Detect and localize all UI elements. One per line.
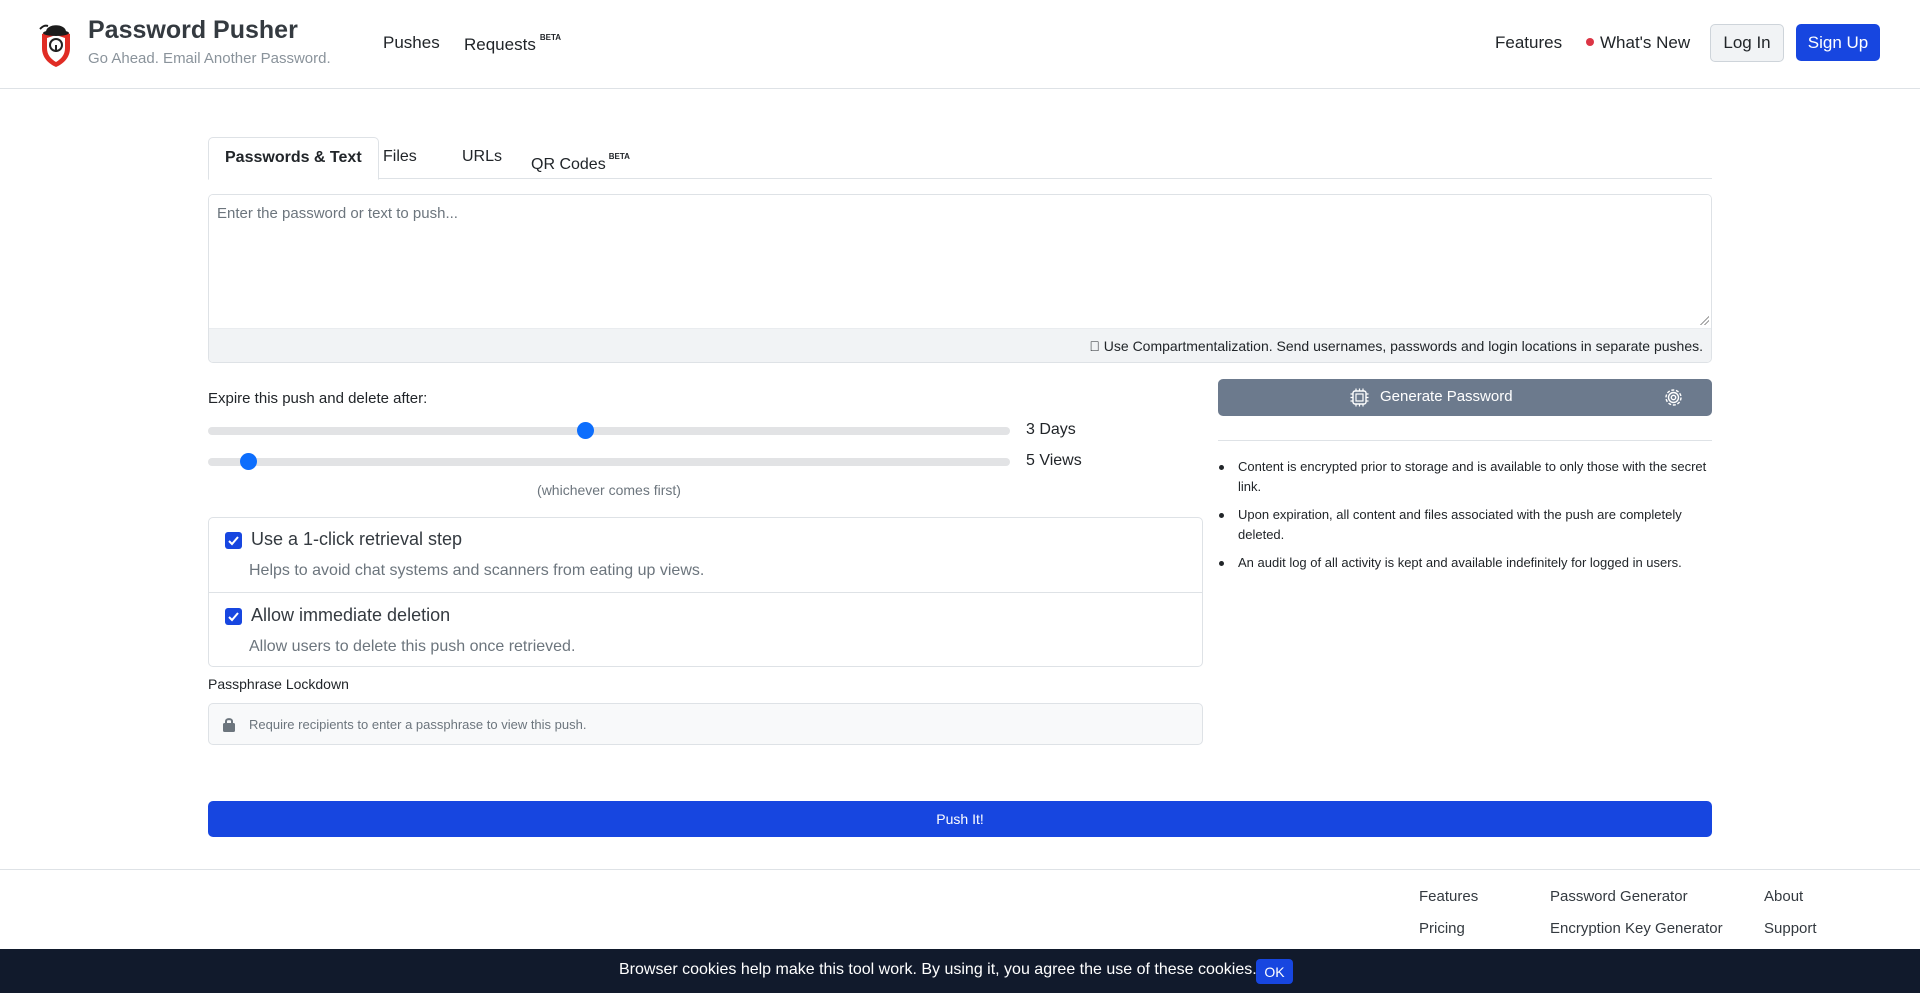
nav-requests-label: Requests (464, 35, 536, 54)
payload-box:   Use Compartmentalization. Send usernam… (208, 194, 1712, 363)
passphrase-field (208, 703, 1203, 745)
payload-textarea[interactable] (209, 195, 1711, 328)
footer-link-key-generator[interactable]: Encryption Key Generator (1550, 920, 1723, 937)
info-item: An audit log of all activity is kept and… (1218, 553, 1712, 573)
logo-icon[interactable] (36, 20, 76, 68)
retrieval-step-checkbox[interactable] (225, 532, 242, 549)
tab-qr-codes[interactable]: QR Codes BETA (515, 137, 646, 179)
footer-link-password-generator[interactable]: Password Generator (1550, 888, 1688, 905)
resize-handle[interactable] (1699, 315, 1709, 325)
push-it-button[interactable]: Push It! (208, 801, 1712, 837)
nav-whats-new-label: What's New (1600, 33, 1691, 52)
option-retrieval-step[interactable]: Use a 1-click retrieval step Helps to av… (209, 518, 1202, 593)
tab-urls[interactable]: URLs (446, 137, 518, 179)
tab-label: QR Codes (531, 156, 606, 173)
cookie-message: Browser cookies help make this tool work… (619, 961, 1257, 978)
footer-link-support[interactable]: Support (1764, 920, 1817, 937)
nav-features[interactable]: Features (1495, 33, 1562, 53)
gear-icon[interactable] (1664, 388, 1683, 407)
days-slider-thumb[interactable] (576, 422, 594, 439)
expire-label: Expire this push and delete after: (208, 390, 428, 407)
generate-password-label: Generate Password (1380, 388, 1513, 405)
footer-divider (0, 869, 1920, 870)
nav-requests[interactable]: Requests BETA (464, 33, 561, 55)
brand-title[interactable]: Password Pusher (88, 16, 298, 45)
days-slider[interactable] (208, 422, 1010, 439)
option-description: Helps to avoid chat systems and scanners… (249, 562, 705, 579)
push-options: Use a 1-click retrieval step Helps to av… (208, 517, 1203, 667)
login-button[interactable]: Log In (1710, 24, 1784, 62)
new-indicator-dot (1586, 38, 1594, 46)
cookie-ok-button[interactable]: OK (1256, 959, 1293, 984)
brand-tagline: Go Ahead. Email Another Password. (88, 50, 331, 67)
days-value: 3 Days (1026, 421, 1076, 438)
footer-link-pricing[interactable]: Pricing (1419, 920, 1465, 937)
views-value: 5 Views (1026, 452, 1082, 469)
option-title: Allow immediate deletion (251, 605, 451, 625)
expire-note: (whichever comes first) (537, 482, 681, 498)
tab-passwords-text[interactable]: Passwords & Text (208, 137, 379, 180)
passphrase-input[interactable] (249, 704, 1189, 744)
cookie-consent-bar: Browser cookies help make this tool work… (0, 949, 1920, 993)
tab-files[interactable]: Files (367, 137, 433, 179)
views-slider[interactable] (208, 453, 1010, 470)
beta-badge: BETA (608, 152, 630, 161)
info-item: Upon expiration, all content and files a… (1218, 505, 1712, 545)
nav-whats-new[interactable]: What's New (1586, 33, 1690, 53)
nav-pushes[interactable]: Pushes (383, 33, 440, 53)
tab-label: Passwords & Text (225, 149, 362, 166)
option-immediate-deletion[interactable]: Allow immediate deletion Allow users to … (209, 592, 1202, 667)
beta-badge: BETA (539, 33, 562, 42)
signup-button[interactable]: Sign Up (1796, 24, 1880, 61)
tab-label: Files (383, 148, 417, 165)
views-slider-thumb[interactable] (240, 453, 258, 470)
generate-password-button[interactable]: Generate Password (1218, 379, 1712, 416)
top-navbar: Password Pusher Go Ahead. Email Another … (0, 0, 1920, 89)
option-title: Use a 1-click retrieval step (251, 529, 463, 549)
info-list: Content is encrypted prior to storage an… (1218, 457, 1712, 581)
nav-features-label: Features (1495, 33, 1563, 52)
info-item: Content is encrypted prior to storage an… (1218, 457, 1712, 497)
option-description: Allow users to delete this push once ret… (249, 638, 576, 655)
footer-link-features[interactable]: Features (1419, 888, 1478, 905)
nav-pushes-label: Pushes (383, 33, 440, 52)
tab-label: URLs (462, 148, 503, 165)
passphrase-label: Passphrase Lockdown (208, 676, 349, 692)
divider (1218, 440, 1712, 441)
payload-hint:   Use Compartmentalization. Send usernam… (209, 328, 1711, 362)
immediate-deletion-checkbox[interactable] (225, 608, 242, 625)
lock-icon (223, 718, 235, 732)
cpu-chip-icon (1350, 388, 1369, 407)
push-type-tabs: Passwords & Text Files URLs QR Codes BETA (208, 137, 1712, 180)
footer-link-about[interactable]: About (1764, 888, 1803, 905)
